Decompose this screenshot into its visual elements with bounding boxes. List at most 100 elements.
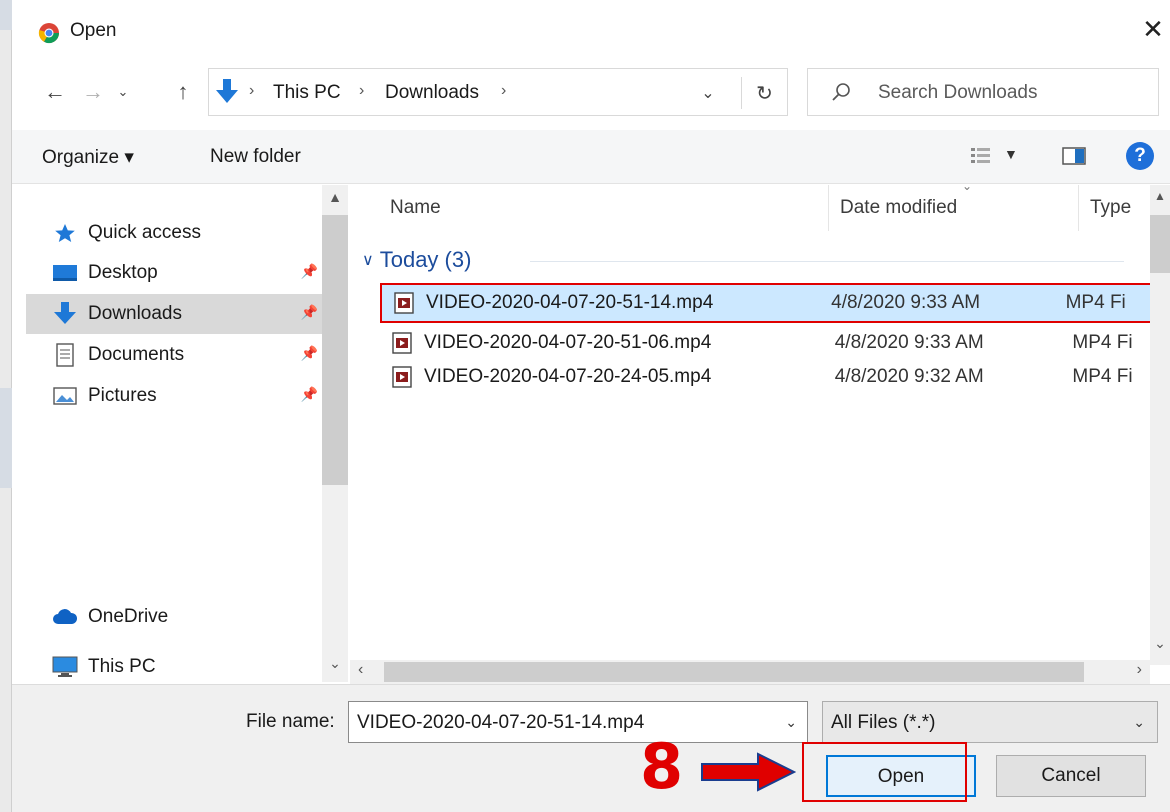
file-list-pane: Name Date modified ⌄ Type ∨ Today (3) VI… (350, 179, 1170, 682)
group-label: Today (3) (379, 247, 472, 272)
organize-button[interactable]: Organize ▾ (42, 146, 134, 169)
file-name: VIDEO-2020-04-07-20-24-05.mp4 (424, 366, 712, 387)
cloud-icon (52, 606, 78, 628)
forward-arrow-icon[interactable]: → (78, 76, 108, 108)
open-file-dialog: Open ✕ ← → ⌄ ↑ › This PC › Downloads › ⌄… (12, 0, 1170, 812)
sort-chevron-icon: ⌄ (962, 179, 973, 193)
dialog-footer: File name: VIDEO-2020-04-07-20-51-14.mp4… (12, 684, 1170, 812)
breadcrumb-separator-icon: › (359, 82, 365, 99)
nav-item-label: Pictures (88, 385, 157, 406)
dialog-title: Open (70, 20, 117, 41)
scroll-down-icon[interactable]: ⌄ (322, 655, 348, 672)
file-date: 4/8/2020 9:32 AM (834, 366, 984, 387)
file-type: MP4 Fi (1065, 292, 1126, 313)
scrollbar-thumb[interactable] (384, 662, 1084, 682)
breadcrumb-this-pc[interactable]: This PC (273, 82, 341, 104)
file-type-dropdown-chevron-icon[interactable]: ⌄ (1133, 714, 1145, 731)
star-icon (52, 222, 78, 244)
nav-item-label: Quick access (88, 222, 201, 243)
file-type-select[interactable]: All Files (*.*) ⌄ (822, 701, 1158, 743)
video-file-icon (394, 292, 414, 314)
new-folder-button[interactable]: New folder (210, 146, 301, 168)
column-header-date-modified[interactable]: Date modified (840, 197, 957, 219)
documents-icon (52, 343, 78, 367)
file-name-value: VIDEO-2020-04-07-20-51-14.mp4 (357, 712, 645, 733)
search-placeholder: Search Downloads (878, 82, 1038, 103)
nav-item-label: Desktop (88, 262, 158, 283)
nav-item-downloads[interactable]: Downloads 📌 (26, 294, 322, 334)
monitor-icon (52, 656, 78, 678)
pictures-icon (52, 385, 78, 407)
open-button-highlight (802, 742, 967, 802)
scrollbar-thumb[interactable] (1150, 215, 1170, 273)
pointer-arrow-icon (701, 752, 796, 792)
help-icon[interactable]: ? (1126, 142, 1154, 170)
scrollbar-thumb[interactable] (322, 215, 348, 485)
file-row[interactable]: VIDEO-2020-04-07-20-24-05.mp4 4/8/2020 9… (380, 357, 1158, 397)
address-bar[interactable]: › This PC › Downloads › ⌄ ↻ (208, 68, 788, 116)
group-header-today[interactable]: ∨ Today (3) (362, 247, 471, 273)
cancel-button[interactable]: Cancel (996, 755, 1146, 797)
column-separator[interactable] (1078, 185, 1079, 231)
nav-item-quick-access[interactable]: Quick access (52, 213, 322, 253)
nav-item-onedrive[interactable]: OneDrive (52, 597, 322, 637)
download-arrow-icon (216, 79, 238, 103)
chrome-app-icon (38, 23, 60, 44)
command-toolbar: Organize ▾ New folder ▼ ? (12, 130, 1170, 184)
step-number: 8 (640, 730, 684, 803)
breadcrumb-separator-icon: › (249, 82, 255, 99)
pin-icon[interactable]: 📌 (301, 386, 318, 403)
file-list-vertical-scrollbar[interactable]: ▲ ⌄ (1150, 185, 1170, 665)
video-file-icon (392, 332, 412, 354)
desktop-folder-icon (52, 262, 78, 284)
nav-item-label: This PC (88, 656, 156, 677)
download-arrow-icon (52, 302, 78, 325)
search-box[interactable]: Search Downloads (807, 68, 1159, 116)
scroll-left-icon[interactable]: ‹ (358, 661, 363, 679)
video-file-icon (392, 366, 412, 388)
nav-item-desktop[interactable]: Desktop 📌 (52, 253, 322, 293)
file-type: MP4 Fi (1072, 332, 1133, 353)
breadcrumb-downloads[interactable]: Downloads (385, 82, 479, 104)
nav-item-label: Documents (88, 344, 185, 365)
nav-pane-scrollbar[interactable]: ▲ ⌄ (322, 185, 348, 682)
file-list-horizontal-scrollbar[interactable]: ‹ › (350, 660, 1150, 684)
column-header-name[interactable]: Name (390, 197, 441, 219)
pin-icon[interactable]: 📌 (301, 263, 318, 280)
column-separator[interactable] (828, 185, 829, 231)
file-type-value: All Files (*.*) (831, 712, 936, 733)
title-bar: Open ✕ (12, 0, 1170, 62)
view-dropdown-icon[interactable]: ▼ (1004, 146, 1018, 162)
close-icon[interactable]: ✕ (1138, 14, 1168, 44)
preview-pane-icon[interactable] (1062, 146, 1086, 166)
nav-item-this-pc[interactable]: This PC (52, 647, 322, 687)
file-date: 4/8/2020 9:33 AM (831, 292, 981, 313)
nav-item-label: OneDrive (88, 606, 169, 627)
back-arrow-icon[interactable]: ← (40, 76, 70, 108)
collapse-chevron-icon[interactable]: ∨ (362, 250, 374, 270)
navigation-pane: Quick access Desktop 📌 Downloads 📌 Docum… (12, 185, 348, 682)
file-row-selected[interactable]: VIDEO-2020-04-07-20-51-14.mp4 4/8/2020 9… (380, 283, 1152, 323)
pin-icon[interactable]: 📌 (301, 345, 318, 362)
pin-icon[interactable]: 📌 (301, 304, 318, 321)
background-app-strip (0, 0, 12, 812)
recent-locations-chevron-icon[interactable]: ⌄ (108, 76, 138, 108)
bg-segment (0, 0, 12, 30)
scroll-down-icon[interactable]: ⌄ (1150, 635, 1170, 652)
address-dropdown-chevron-icon[interactable]: ⌄ (695, 83, 721, 105)
file-name: VIDEO-2020-04-07-20-51-06.mp4 (424, 332, 712, 353)
scroll-up-icon[interactable]: ▲ (322, 189, 348, 205)
refresh-icon[interactable]: ↻ (741, 77, 787, 109)
nav-item-pictures[interactable]: Pictures 📌 (52, 376, 322, 416)
file-type: MP4 Fi (1072, 366, 1133, 387)
view-options-icon[interactable] (970, 146, 992, 166)
up-arrow-icon[interactable]: ↑ (168, 76, 198, 108)
file-name-dropdown-chevron-icon[interactable]: ⌄ (785, 714, 797, 731)
scroll-right-icon[interactable]: › (1137, 661, 1142, 679)
group-divider (530, 261, 1124, 262)
file-name-input[interactable]: VIDEO-2020-04-07-20-51-14.mp4 ⌄ (348, 701, 808, 743)
column-header-type[interactable]: Type (1090, 197, 1131, 219)
bg-segment (0, 388, 12, 488)
nav-item-documents[interactable]: Documents 📌 (52, 335, 322, 375)
scroll-up-icon[interactable]: ▲ (1150, 189, 1170, 203)
